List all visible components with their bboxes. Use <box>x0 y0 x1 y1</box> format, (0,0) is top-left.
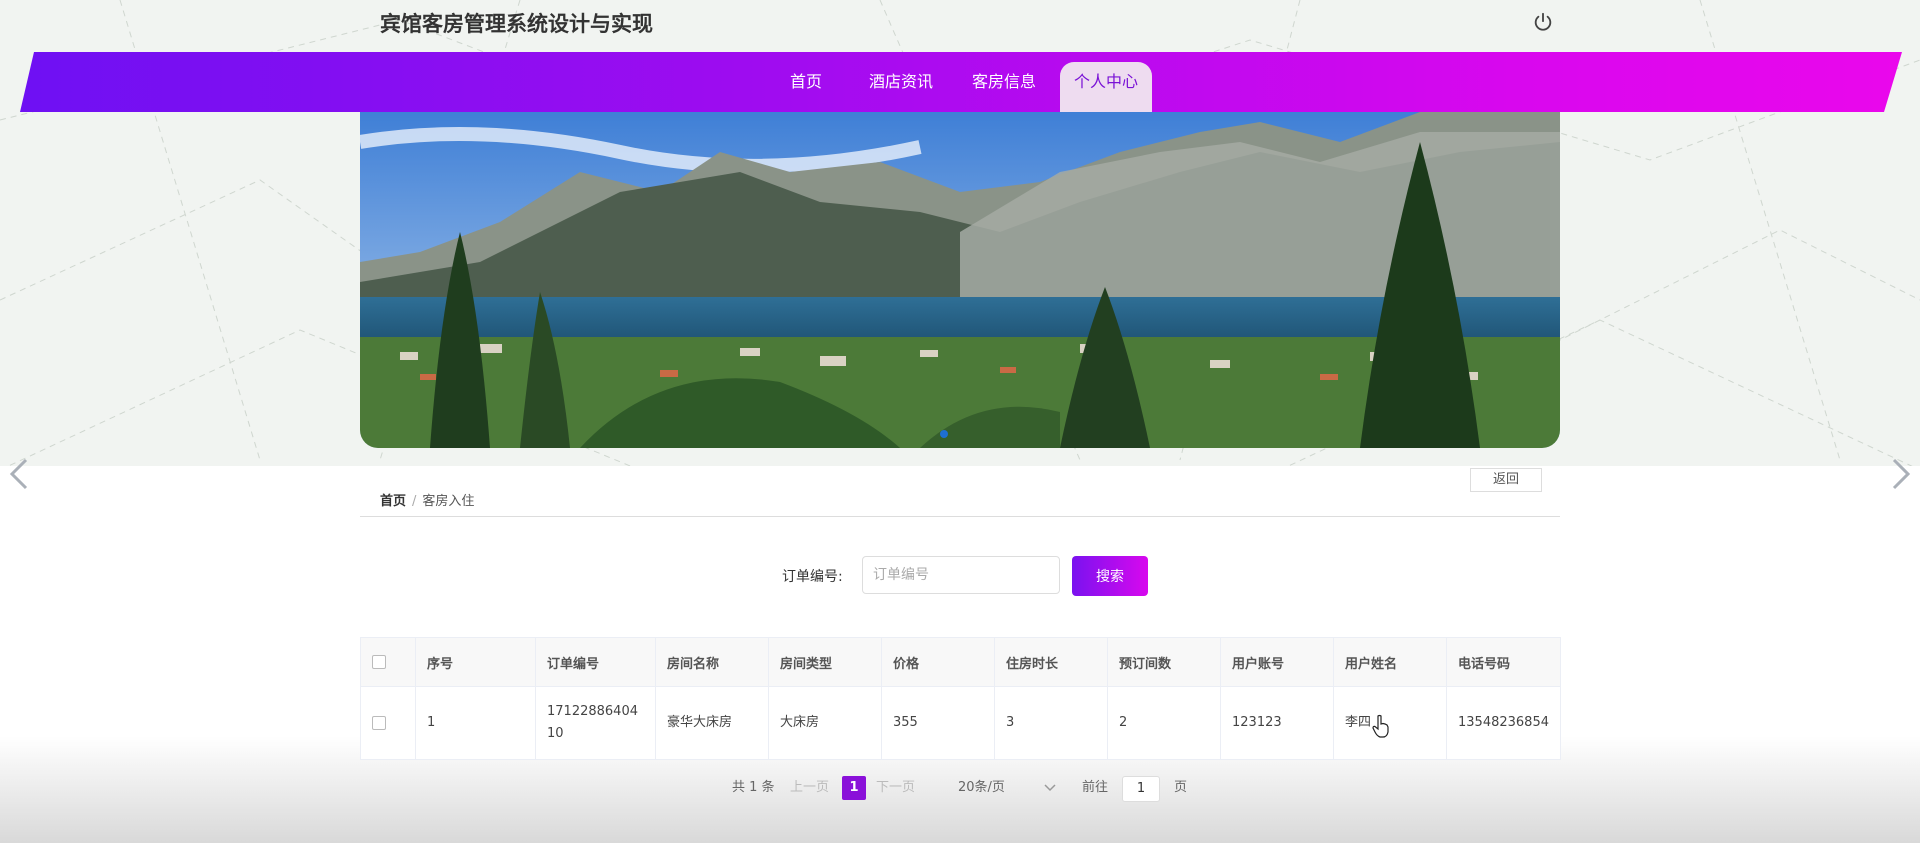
booking-table: 序号 订单编号 房间名称 房间类型 价格 住房时长 预订间数 用户账号 用户姓名… <box>360 637 1561 760</box>
banner-image <box>360 112 1560 448</box>
select-all-cell <box>360 637 416 687</box>
main-nav: 首页 酒店资讯 客房信息 个人中心 <box>0 62 1920 112</box>
column-header: 电话号码 <box>1446 637 1561 687</box>
chevron-down-icon <box>1044 784 1056 792</box>
table-header-row: 序号 订单编号 房间名称 房间类型 价格 住房时长 预订间数 用户账号 用户姓名… <box>360 637 1561 687</box>
row-select-cell <box>360 686 416 760</box>
nav-item-room-info[interactable]: 客房信息 <box>972 62 1036 112</box>
cell-room-count: 2 <box>1107 686 1221 760</box>
breadcrumb-divider <box>360 516 1560 517</box>
banner-carousel <box>360 112 1560 448</box>
pagination-current-page[interactable]: 1 <box>842 776 866 800</box>
column-header: 用户姓名 <box>1333 637 1447 687</box>
pagination-goto-input[interactable]: 1 <box>1122 776 1160 802</box>
cell-room-type: 大床房 <box>768 686 882 760</box>
column-header: 订单编号 <box>535 637 656 687</box>
nav-item-personal-center[interactable]: 个人中心 <box>1060 62 1153 112</box>
breadcrumb-current: 客房入住 <box>422 494 475 509</box>
hand-cursor-icon <box>1372 714 1389 738</box>
column-header: 价格 <box>881 637 995 687</box>
back-button[interactable]: 返回 <box>1470 468 1542 492</box>
column-header: 房间类型 <box>768 637 882 687</box>
select-all-checkbox[interactable] <box>372 655 386 669</box>
pagination-goto-suffix: 页 <box>1174 780 1188 795</box>
cell-index: 1 <box>415 686 536 760</box>
nav-item-home[interactable]: 首页 <box>790 62 822 112</box>
cell-user-name: 李四 <box>1333 686 1447 760</box>
cell-phone: 13548236854 <box>1446 686 1561 760</box>
column-header: 用户账号 <box>1220 637 1334 687</box>
column-header: 房间名称 <box>655 637 769 687</box>
cell-room-name: 豪华大床房 <box>655 686 769 760</box>
pagination: 共 1 条 上一页 1 下一页 20条/页 前往 1 页 <box>0 776 1920 806</box>
power-icon[interactable] <box>1532 11 1554 33</box>
top-bar: 宾馆客房管理系统设计与实现 <box>0 0 1920 50</box>
carousel-next-icon[interactable] <box>1886 456 1916 492</box>
page-size-select[interactable]: 20条/页 <box>950 776 1060 800</box>
breadcrumb-separator: / <box>412 494 417 509</box>
pagination-next-button[interactable]: 下一页 <box>876 776 915 800</box>
order-no-label: 订单编号: <box>782 569 843 585</box>
carousel-dot[interactable] <box>940 430 948 438</box>
column-header: 预订间数 <box>1107 637 1221 687</box>
cell-account: 123123 <box>1220 686 1334 760</box>
cell-order-no: 1712288640410 <box>535 686 656 760</box>
page-size-value: 20条/页 <box>958 780 1005 795</box>
pagination-goto-label: 前往 <box>1082 780 1109 795</box>
pagination-total: 共 1 条 <box>732 780 775 795</box>
carousel-prev-icon[interactable] <box>4 456 34 492</box>
row-checkbox[interactable] <box>372 715 386 730</box>
column-header: 序号 <box>415 637 536 687</box>
pagination-prev-button[interactable]: 上一页 <box>790 776 829 800</box>
breadcrumb: 首页 / 客房入住 <box>380 490 474 509</box>
order-no-input[interactable] <box>862 556 1060 594</box>
breadcrumb-home[interactable]: 首页 <box>380 494 406 509</box>
cell-duration: 3 <box>994 686 1108 760</box>
nav-item-hotel-news[interactable]: 酒店资讯 <box>869 62 933 112</box>
column-header: 住房时长 <box>994 637 1108 687</box>
search-button[interactable]: 搜索 <box>1072 556 1148 596</box>
cell-price: 355 <box>881 686 995 760</box>
site-title: 宾馆客房管理系统设计与实现 <box>380 12 653 36</box>
